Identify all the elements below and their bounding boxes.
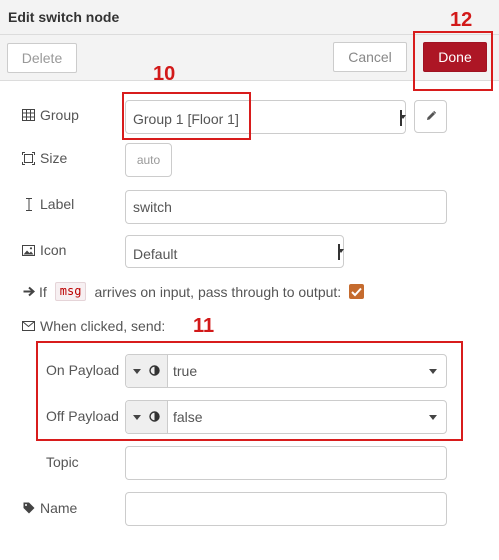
pencil-icon	[425, 109, 437, 125]
expand-icon	[22, 151, 35, 165]
size-row-label: Size	[22, 150, 67, 166]
when-clicked-label: When clicked, send:	[40, 318, 166, 334]
label-label: Label	[40, 196, 75, 212]
icon-label: Icon	[40, 242, 67, 258]
off-payload-input[interactable]: false	[125, 400, 447, 434]
name-input[interactable]	[125, 492, 447, 526]
on-payload-type-select[interactable]	[126, 355, 168, 387]
passthrough-checkbox[interactable]	[349, 284, 365, 299]
dialog-title: Edit switch node	[8, 9, 120, 25]
chevron-down-icon	[338, 249, 344, 253]
text-cursor-icon	[22, 197, 35, 211]
annotation-number-group: 10	[153, 63, 176, 85]
msg-code: msg	[54, 282, 87, 301]
passthrough-prefix: If	[39, 283, 47, 300]
icon-select-value: Default	[133, 245, 178, 262]
size-label: Size	[40, 150, 68, 166]
name-row-label: Name	[22, 500, 77, 516]
delete-button[interactable]: Delete	[7, 43, 77, 73]
topic-input[interactable]	[125, 446, 447, 480]
off-payload-value: false	[173, 409, 203, 425]
boolean-type-icon	[149, 363, 160, 379]
caret-down-icon	[133, 368, 141, 374]
dialog-header: Edit switch node	[0, 0, 499, 35]
icon-row-label: Icon	[22, 242, 66, 258]
passthrough-text: arrives on input, pass through to output…	[94, 283, 342, 300]
label-input[interactable]: switch	[125, 190, 447, 224]
group-row-label: Group	[22, 107, 79, 123]
off-payload-dropdown[interactable]	[420, 401, 446, 433]
arrow-right-icon	[22, 285, 35, 298]
caret-down-icon	[429, 414, 437, 420]
group-label: Group	[40, 107, 79, 123]
annotation-number-done: 12	[450, 9, 473, 31]
dialog-toolbar: Delete Cancel Done	[0, 35, 499, 81]
group-select[interactable]: Group 1 [Floor 1]	[125, 100, 406, 134]
name-label: Name	[40, 500, 78, 516]
table-icon	[22, 109, 35, 122]
on-payload-dropdown[interactable]	[420, 355, 446, 387]
off-payload-label: Off Payload	[46, 408, 119, 424]
icon-select[interactable]: Default	[125, 235, 344, 268]
group-select-value: Group 1 [Floor 1]	[133, 111, 239, 127]
caret-down-icon	[133, 414, 141, 420]
done-button[interactable]: Done	[423, 42, 487, 72]
on-payload-label: On Payload	[46, 362, 120, 378]
off-payload-type-select[interactable]	[126, 401, 168, 433]
on-payload-value: true	[173, 363, 198, 379]
size-button[interactable]: auto	[125, 143, 172, 177]
edit-group-button[interactable]	[414, 100, 447, 133]
chevron-down-icon	[400, 115, 406, 119]
envelope-icon	[22, 320, 35, 333]
cancel-button[interactable]: Cancel	[333, 42, 407, 72]
label-row-label: Label	[22, 196, 74, 212]
tag-icon	[22, 502, 35, 515]
boolean-type-icon	[149, 409, 160, 425]
annotation-number-payload: 11	[193, 315, 215, 337]
when-clicked-row: When clicked, send:	[22, 318, 165, 334]
passthrough-row: If msg arrives on input, pass through to…	[22, 282, 365, 301]
topic-label: Topic	[46, 454, 79, 470]
caret-down-icon	[429, 368, 437, 374]
on-payload-input[interactable]: true	[125, 354, 447, 388]
image-icon	[22, 244, 35, 257]
